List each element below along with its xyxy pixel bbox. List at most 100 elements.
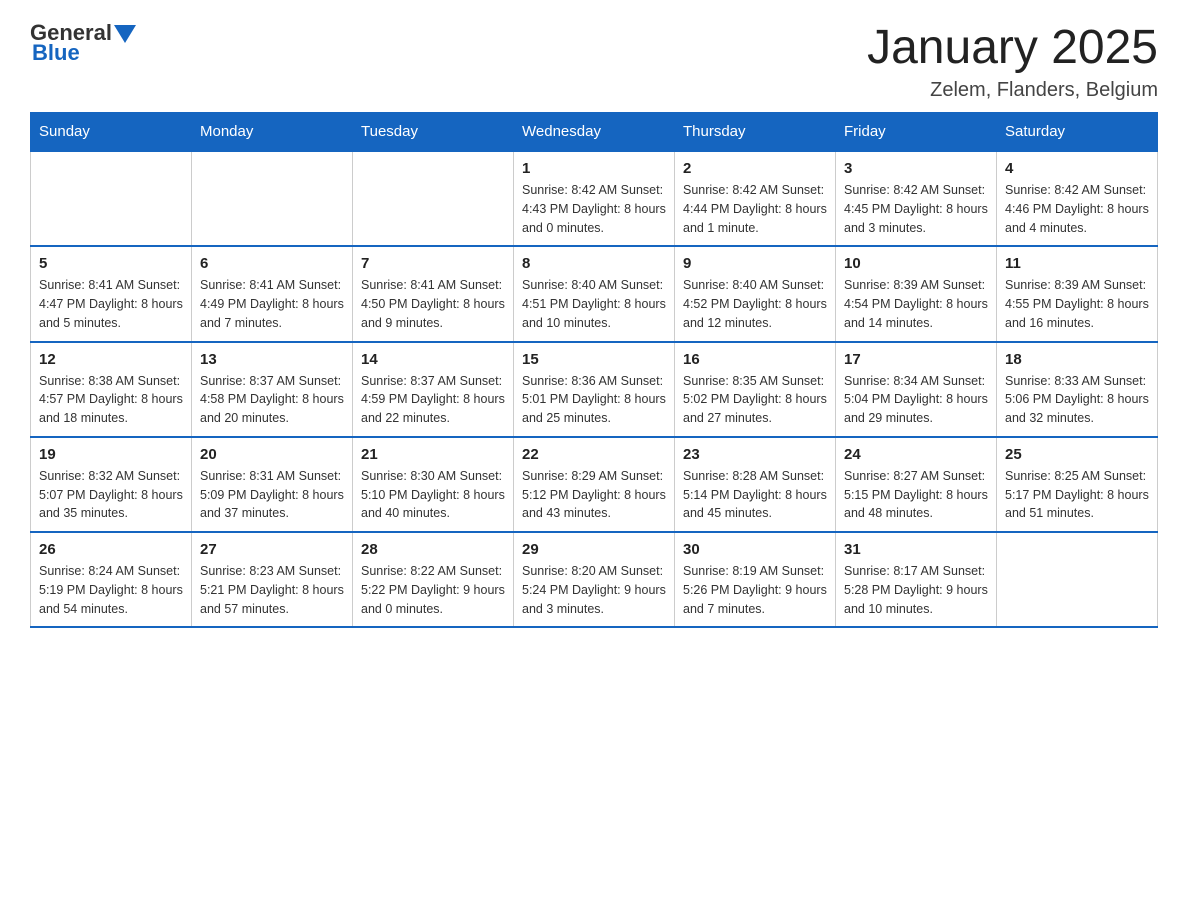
- logo: General Blue: [30, 20, 136, 66]
- day-number: 7: [361, 255, 505, 272]
- day-info: Sunrise: 8:29 AM Sunset: 5:12 PM Dayligh…: [522, 467, 666, 523]
- day-number: 16: [683, 351, 827, 368]
- day-info: Sunrise: 8:30 AM Sunset: 5:10 PM Dayligh…: [361, 467, 505, 523]
- calendar-cell: 7 Sunrise: 8:41 AM Sunset: 4:50 PM Daylig…: [353, 246, 514, 341]
- logo-blue-text: Blue: [32, 40, 80, 66]
- calendar-week-2: 5Sunrise: 8:41 AM Sunset: 4:47 PM Daylig…: [31, 246, 1158, 341]
- day-number: 18: [1005, 351, 1149, 368]
- page-header: General Blue January 2025 Zelem, Flander…: [30, 20, 1158, 102]
- day-number: 15: [522, 351, 666, 368]
- day-number: 6: [200, 255, 344, 272]
- calendar-cell: [31, 151, 192, 246]
- day-info: Sunrise: 8:37 AM Sunset: 4:58 PM Dayligh…: [200, 372, 344, 428]
- calendar-week-1: 1 Sunrise: 8:42 AM Sunset: 4:43 PM Daylig…: [31, 151, 1158, 246]
- day-number: 21: [361, 446, 505, 463]
- day-number: 13: [200, 351, 344, 368]
- calendar-header-row: SundayMondayTuesdayWednesdayThursdayFrid…: [31, 113, 1158, 152]
- calendar-cell: 6 Sunrise: 8:41 AM Sunset: 4:49 PM Daylig…: [192, 246, 353, 341]
- calendar-cell: 15 Sunrise: 8:36 AM Sunset: 5:01 PM Dayli…: [514, 342, 675, 437]
- calendar-cell: 21 Sunrise: 8:30 AM Sunset: 5:10 PM Dayli…: [353, 437, 514, 532]
- day-number: 10: [844, 255, 988, 272]
- day-info: Sunrise: 8:25 AM Sunset: 5:17 PM Dayligh…: [1005, 467, 1149, 523]
- day-info: Sunrise: 8:41 AM Sunset: 4:49 PM Dayligh…: [200, 276, 344, 332]
- day-number: 14: [361, 351, 505, 368]
- day-info: Sunrise: 8:17 AM Sunset: 5:28 PM Dayligh…: [844, 562, 988, 618]
- day-number: 1: [522, 160, 666, 177]
- calendar-cell: 22 Sunrise: 8:29 AM Sunset: 5:12 PM Dayli…: [514, 437, 675, 532]
- day-number: 31: [844, 541, 988, 558]
- day-number: 30: [683, 541, 827, 558]
- day-number: 29: [522, 541, 666, 558]
- day-number: 23: [683, 446, 827, 463]
- calendar-cell: 29Sunrise: 8:20 AM Sunset: 5:24 PM Dayli…: [514, 532, 675, 627]
- calendar-header-friday: Friday: [836, 113, 997, 152]
- calendar-cell: 12 Sunrise: 8:38 AM Sunset: 4:57 PM Dayli…: [31, 342, 192, 437]
- day-number: 3: [844, 160, 988, 177]
- day-info: Sunrise: 8:33 AM Sunset: 5:06 PM Dayligh…: [1005, 372, 1149, 428]
- day-info: Sunrise: 8:42 AM Sunset: 4:46 PM Dayligh…: [1005, 181, 1149, 237]
- calendar-cell: [997, 532, 1158, 627]
- calendar-cell: 9Sunrise: 8:40 AM Sunset: 4:52 PM Daylig…: [675, 246, 836, 341]
- day-number: 27: [200, 541, 344, 558]
- calendar-cell: 25 Sunrise: 8:25 AM Sunset: 5:17 PM Dayli…: [997, 437, 1158, 532]
- calendar-week-4: 19Sunrise: 8:32 AM Sunset: 5:07 PM Dayli…: [31, 437, 1158, 532]
- day-info: Sunrise: 8:27 AM Sunset: 5:15 PM Dayligh…: [844, 467, 988, 523]
- day-info: Sunrise: 8:39 AM Sunset: 4:54 PM Dayligh…: [844, 276, 988, 332]
- day-number: 12: [39, 351, 183, 368]
- calendar-header-tuesday: Tuesday: [353, 113, 514, 152]
- calendar-cell: 1 Sunrise: 8:42 AM Sunset: 4:43 PM Daylig…: [514, 151, 675, 246]
- calendar-header-monday: Monday: [192, 113, 353, 152]
- calendar-table: SundayMondayTuesdayWednesdayThursdayFrid…: [30, 112, 1158, 628]
- day-number: 25: [1005, 446, 1149, 463]
- calendar-cell: 2 Sunrise: 8:42 AM Sunset: 4:44 PM Daylig…: [675, 151, 836, 246]
- calendar-header-sunday: Sunday: [31, 113, 192, 152]
- calendar-cell: 20Sunrise: 8:31 AM Sunset: 5:09 PM Dayli…: [192, 437, 353, 532]
- day-info: Sunrise: 8:42 AM Sunset: 4:43 PM Dayligh…: [522, 181, 666, 237]
- day-info: Sunrise: 8:28 AM Sunset: 5:14 PM Dayligh…: [683, 467, 827, 523]
- calendar-cell: 28Sunrise: 8:22 AM Sunset: 5:22 PM Dayli…: [353, 532, 514, 627]
- day-info: Sunrise: 8:35 AM Sunset: 5:02 PM Dayligh…: [683, 372, 827, 428]
- calendar-cell: 31 Sunrise: 8:17 AM Sunset: 5:28 PM Dayli…: [836, 532, 997, 627]
- day-info: Sunrise: 8:38 AM Sunset: 4:57 PM Dayligh…: [39, 372, 183, 428]
- day-info: Sunrise: 8:22 AM Sunset: 5:22 PM Dayligh…: [361, 562, 505, 618]
- calendar-cell: 13 Sunrise: 8:37 AM Sunset: 4:58 PM Dayli…: [192, 342, 353, 437]
- day-number: 22: [522, 446, 666, 463]
- location: Zelem, Flanders, Belgium: [867, 79, 1158, 102]
- calendar-cell: 16 Sunrise: 8:35 AM Sunset: 5:02 PM Dayli…: [675, 342, 836, 437]
- day-info: Sunrise: 8:36 AM Sunset: 5:01 PM Dayligh…: [522, 372, 666, 428]
- calendar-cell: 8Sunrise: 8:40 AM Sunset: 4:51 PM Daylig…: [514, 246, 675, 341]
- day-number: 17: [844, 351, 988, 368]
- month-title: January 2025: [867, 20, 1158, 75]
- day-info: Sunrise: 8:40 AM Sunset: 4:51 PM Dayligh…: [522, 276, 666, 332]
- day-info: Sunrise: 8:42 AM Sunset: 4:44 PM Dayligh…: [683, 181, 827, 237]
- calendar-cell: 24 Sunrise: 8:27 AM Sunset: 5:15 PM Dayli…: [836, 437, 997, 532]
- day-number: 26: [39, 541, 183, 558]
- calendar-cell: 19Sunrise: 8:32 AM Sunset: 5:07 PM Dayli…: [31, 437, 192, 532]
- day-number: 9: [683, 255, 827, 272]
- calendar-cell: 23 Sunrise: 8:28 AM Sunset: 5:14 PM Dayli…: [675, 437, 836, 532]
- calendar-cell: 18 Sunrise: 8:33 AM Sunset: 5:06 PM Dayli…: [997, 342, 1158, 437]
- calendar-cell: [353, 151, 514, 246]
- day-info: Sunrise: 8:34 AM Sunset: 5:04 PM Dayligh…: [844, 372, 988, 428]
- day-number: 24: [844, 446, 988, 463]
- calendar-header-wednesday: Wednesday: [514, 113, 675, 152]
- day-info: Sunrise: 8:31 AM Sunset: 5:09 PM Dayligh…: [200, 467, 344, 523]
- day-info: Sunrise: 8:19 AM Sunset: 5:26 PM Dayligh…: [683, 562, 827, 618]
- day-number: 2: [683, 160, 827, 177]
- day-info: Sunrise: 8:39 AM Sunset: 4:55 PM Dayligh…: [1005, 276, 1149, 332]
- calendar-cell: 10 Sunrise: 8:39 AM Sunset: 4:54 PM Dayli…: [836, 246, 997, 341]
- calendar-week-5: 26Sunrise: 8:24 AM Sunset: 5:19 PM Dayli…: [31, 532, 1158, 627]
- day-info: Sunrise: 8:41 AM Sunset: 4:47 PM Dayligh…: [39, 276, 183, 332]
- day-info: Sunrise: 8:37 AM Sunset: 4:59 PM Dayligh…: [361, 372, 505, 428]
- day-info: Sunrise: 8:32 AM Sunset: 5:07 PM Dayligh…: [39, 467, 183, 523]
- calendar-cell: 4 Sunrise: 8:42 AM Sunset: 4:46 PM Daylig…: [997, 151, 1158, 246]
- calendar-week-3: 12 Sunrise: 8:38 AM Sunset: 4:57 PM Dayli…: [31, 342, 1158, 437]
- calendar-cell: 30 Sunrise: 8:19 AM Sunset: 5:26 PM Dayli…: [675, 532, 836, 627]
- calendar-cell: 27Sunrise: 8:23 AM Sunset: 5:21 PM Dayli…: [192, 532, 353, 627]
- day-number: 4: [1005, 160, 1149, 177]
- title-section: January 2025 Zelem, Flanders, Belgium: [867, 20, 1158, 102]
- day-info: Sunrise: 8:41 AM Sunset: 4:50 PM Dayligh…: [361, 276, 505, 332]
- calendar-cell: 17 Sunrise: 8:34 AM Sunset: 5:04 PM Dayli…: [836, 342, 997, 437]
- calendar-cell: 14 Sunrise: 8:37 AM Sunset: 4:59 PM Dayli…: [353, 342, 514, 437]
- logo-triangle-icon: [114, 25, 136, 43]
